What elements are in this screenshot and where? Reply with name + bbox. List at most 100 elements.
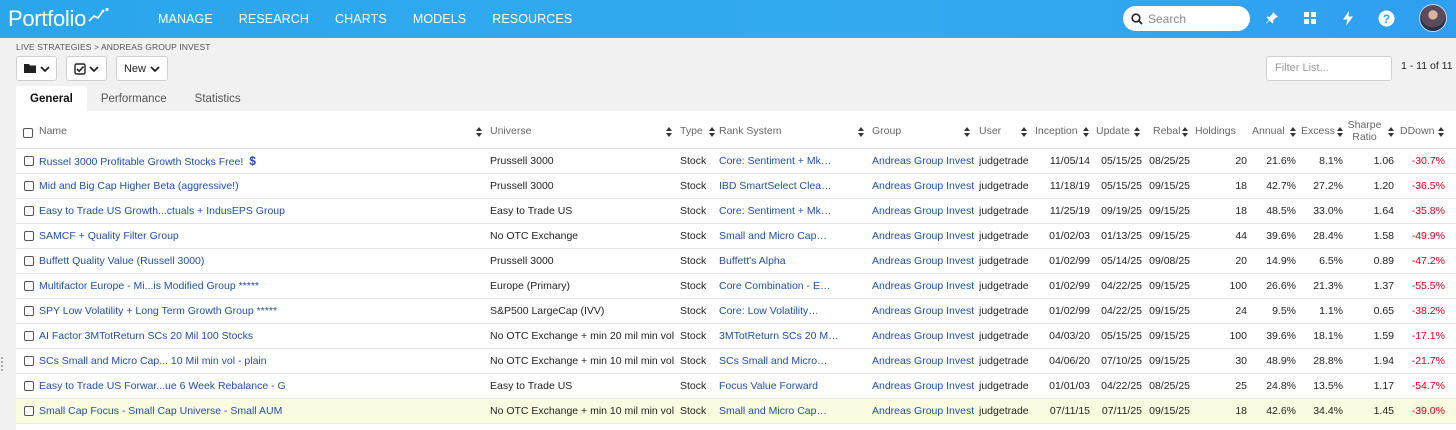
tab-statistics[interactable]: Statistics [181,86,255,111]
column-header-holdings[interactable]: Holdings [1195,114,1236,148]
sort-icon[interactable] [964,127,970,137]
sort-icon[interactable] [1021,127,1027,137]
sort-icon[interactable] [1182,127,1188,137]
cell-rank[interactable]: Small and Micro Cap… [719,399,841,423]
table-row[interactable]: SAMCF + Quality Filter Group No OTC Excha… [16,224,1456,249]
cell-group[interactable]: Andreas Group Invest [872,174,976,198]
cell-name[interactable]: Mid and Big Cap Higher Beta (aggressive!… [39,174,479,198]
sort-icon[interactable] [709,127,715,137]
cell-name[interactable]: AI Factor 3MTotReturn SCs 20 Mil 100 Sto… [39,324,479,348]
cell-group[interactable]: Andreas Group Invest [872,224,976,248]
tab-performance[interactable]: Performance [87,86,181,111]
nav-manage[interactable]: MANAGE [158,12,213,26]
cell-rank[interactable]: Small and Micro Cap… [719,224,841,248]
row-checkbox[interactable] [24,306,34,316]
cell-rank[interactable]: Buffett's Alpha [719,249,841,273]
cell-name[interactable]: SCs Small and Micro Cap... 10 Mil min vo… [39,349,479,373]
column-header-group[interactable]: Group [872,114,901,148]
strategy-name-link[interactable]: Russel 3000 Profitable Growth Stocks Fre… [39,156,243,168]
cell-name[interactable]: Easy to Trade US Growth...ctuals + Indus… [39,199,479,223]
column-header-rebal[interactable]: Rebal [1153,114,1180,148]
strategy-name-link[interactable]: Buffett Quality Value (Russell 3000) [39,255,204,267]
grid-icon[interactable] [1301,9,1319,27]
row-checkbox[interactable] [24,231,34,241]
table-row[interactable]: Buffett Quality Value (Russell 3000) Prus… [16,249,1456,274]
column-header-update[interactable]: Update [1096,114,1130,148]
cell-group[interactable]: Andreas Group Invest [872,199,976,223]
sort-icon[interactable] [858,127,864,137]
cell-rank[interactable]: 3MTotReturn SCs 20 M… [719,324,841,348]
row-checkbox[interactable] [24,256,34,266]
row-checkbox[interactable] [24,281,34,291]
cell-name[interactable]: SAMCF + Quality Filter Group [39,224,479,248]
strategy-name-link[interactable]: AI Factor 3MTotReturn SCs 20 Mil 100 Sto… [39,330,253,342]
select-menu-button[interactable] [66,56,107,81]
search-box[interactable] [1123,6,1250,31]
strategy-name-link[interactable]: SPY Low Volatility + Long Term Growth Gr… [39,305,277,317]
cell-name[interactable]: Russel 3000 Profitable Growth Stocks Fre… [39,149,479,173]
column-header-universe[interactable]: Universe [490,114,531,148]
cell-name[interactable]: Small Cap Focus - Small Cap Universe - S… [39,399,479,423]
strategy-name-link[interactable]: Multifactor Europe - Mi...is Modified Gr… [39,280,259,292]
sort-icon[interactable] [1337,127,1343,137]
cell-name[interactable]: SPY Low Volatility + Long Term Growth Gr… [39,299,479,323]
cell-rank[interactable]: Core: Sentiment + Mk… [719,149,841,173]
table-row[interactable]: Mid and Big Cap Higher Beta (aggressive!… [16,174,1456,199]
column-header-sharpe-ratio[interactable]: Sharpe Ratio [1345,114,1384,148]
cell-rank[interactable]: IBD SmartSelect Clea… [719,174,841,198]
column-header-user[interactable]: User [979,114,1001,148]
table-row[interactable]: AI Factor 3MTotReturn SCs 20 Mil 100 Sto… [16,324,1456,349]
cell-group[interactable]: Andreas Group Invest [872,149,976,173]
column-header-excess[interactable]: Excess [1301,114,1335,148]
table-row[interactable]: Russel 3000 Profitable Growth Stocks Fre… [16,149,1456,174]
sort-icon[interactable] [476,127,482,137]
cell-group[interactable]: Andreas Group Invest [872,299,976,323]
portfolio-logo[interactable]: Portfolio [8,4,110,34]
cell-name[interactable]: Buffett Quality Value (Russell 3000) [39,249,479,273]
resize-handle-icon[interactable] [0,356,4,372]
new-button[interactable]: New [116,56,168,81]
nav-models[interactable]: MODELS [413,12,466,26]
strategy-name-link[interactable]: Easy to Trade US Growth...ctuals + Indus… [39,205,285,217]
table-row[interactable]: Multifactor Europe - Mi...is Modified Gr… [16,274,1456,299]
row-checkbox[interactable] [24,156,34,166]
bolt-icon[interactable] [1339,9,1357,27]
cell-name[interactable]: Easy to Trade US Forwar...ue 6 Week Reba… [39,374,479,398]
table-row[interactable]: Small Cap Focus - Small Cap Universe - S… [16,399,1456,424]
cell-rank[interactable]: SCs Small and Micro… [719,349,841,373]
column-header-name[interactable]: Name [39,114,67,148]
search-input[interactable] [1148,11,1244,26]
table-row[interactable]: Easy to Trade US Forwar...ue 6 Week Reba… [16,374,1456,399]
filter-list-box[interactable] [1266,56,1392,81]
sort-icon[interactable] [1290,127,1296,137]
help-icon[interactable]: ? [1377,9,1395,27]
column-header-inception[interactable]: Inception [1035,114,1078,148]
filter-list-input[interactable] [1275,57,1385,79]
row-checkbox[interactable] [24,356,34,366]
nav-resources[interactable]: RESOURCES [492,12,572,26]
sort-icon[interactable] [1134,127,1140,137]
row-checkbox[interactable] [24,406,34,416]
select-all-checkbox[interactable] [23,128,33,138]
cell-name[interactable]: Multifactor Europe - Mi...is Modified Gr… [39,274,479,298]
column-header-ddown[interactable]: DDown [1400,114,1434,148]
cell-rank[interactable]: Core: Low Volatility… [719,299,841,323]
cell-group[interactable]: Andreas Group Invest [872,349,976,373]
sort-icon[interactable] [1388,127,1394,137]
strategy-name-link[interactable]: Small Cap Focus - Small Cap Universe - S… [39,405,282,417]
nav-charts[interactable]: CHARTS [335,12,387,26]
table-row[interactable]: SCs Small and Micro Cap... 10 Mil min vo… [16,349,1456,374]
strategy-name-link[interactable]: SAMCF + Quality Filter Group [39,230,179,242]
column-header-type[interactable]: Type [680,114,703,148]
sort-icon[interactable] [666,127,672,137]
cell-group[interactable]: Andreas Group Invest [872,374,976,398]
row-checkbox[interactable] [24,181,34,191]
cell-rank[interactable]: Core: Sentiment + Mk… [719,199,841,223]
tab-general[interactable]: General [16,86,87,111]
cell-group[interactable]: Andreas Group Invest [872,399,976,423]
column-header-annual[interactable]: Annual [1252,114,1285,148]
table-row[interactable]: SPY Low Volatility + Long Term Growth Gr… [16,299,1456,324]
sort-icon[interactable] [1438,127,1444,137]
row-checkbox[interactable] [24,206,34,216]
sort-icon[interactable] [1083,127,1089,137]
